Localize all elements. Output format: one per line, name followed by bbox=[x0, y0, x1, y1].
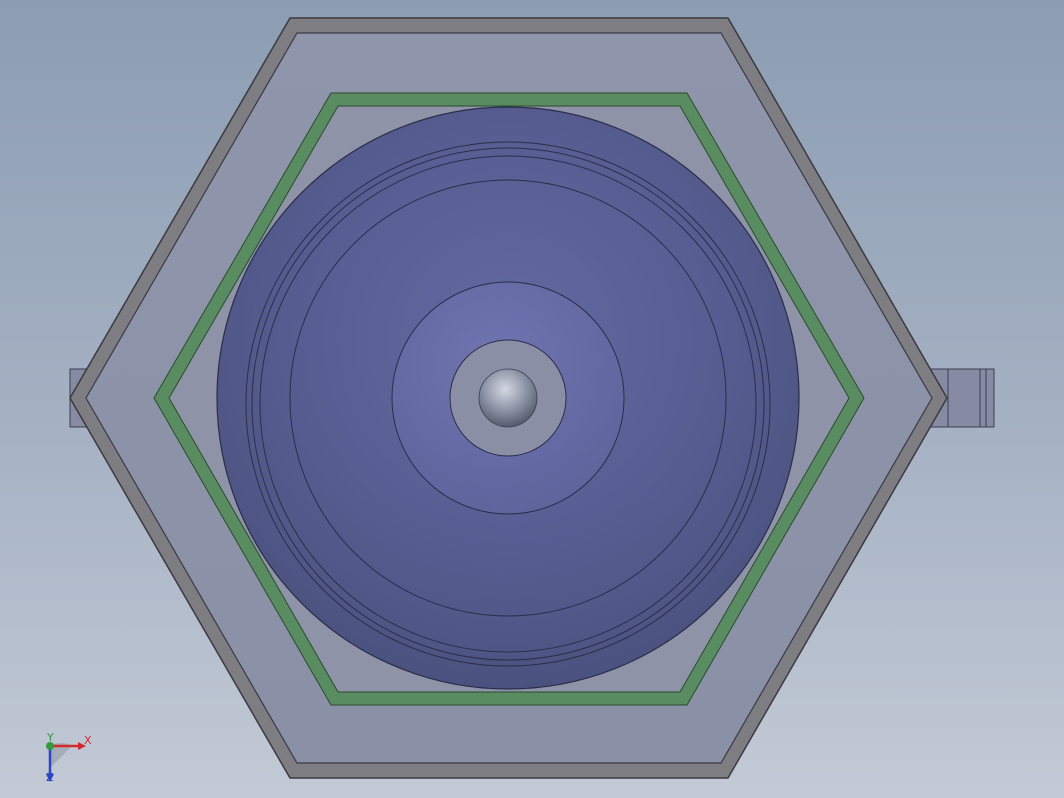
z-axis-label: Z bbox=[46, 771, 54, 784]
orientation-triad[interactable]: X Y Z bbox=[38, 730, 98, 786]
model-scene[interactable] bbox=[0, 0, 1064, 798]
x-axis-label: X bbox=[84, 734, 92, 747]
cad-viewport[interactable]: X Y Z bbox=[0, 0, 1064, 798]
center-ball bbox=[478, 368, 538, 428]
y-axis-label: Y bbox=[47, 731, 54, 744]
